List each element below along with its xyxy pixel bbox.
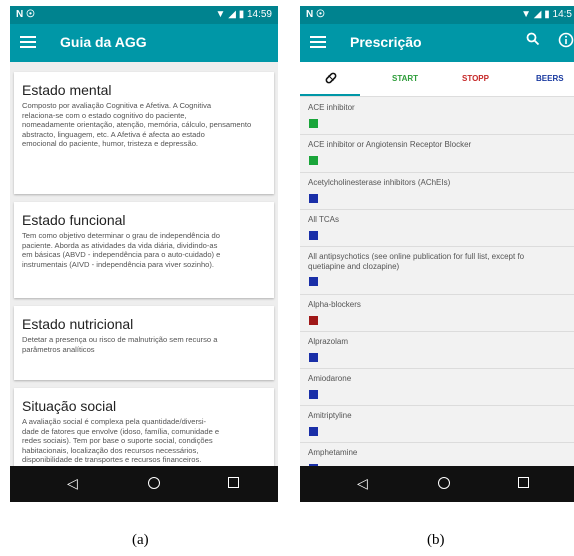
criteria-color-square: [309, 119, 318, 128]
status-right: ▼ ◢ ▮ 14:59: [215, 9, 272, 20]
list-item[interactable]: All antipsychotics (see online publicati…: [300, 246, 574, 295]
status-bar: N ☉ ▼ ◢ ▮ 14:59: [10, 6, 278, 24]
criteria-color-square: [309, 427, 318, 436]
status-bar: N ☉ ▼ ◢ ▮ 14:5: [300, 6, 574, 24]
list-item-label: All antipsychotics (see online publicati…: [308, 252, 525, 271]
list-item[interactable]: Amiodarone: [300, 368, 574, 406]
back-icon[interactable]: ◁: [67, 475, 78, 491]
search-icon[interactable]: [526, 32, 540, 49]
list-item-label: All TCAs: [308, 215, 339, 224]
status-right: ▼ ◢ ▮ 14:5: [521, 9, 572, 20]
card-title: Estado nutricional: [22, 316, 134, 332]
caption-b: (b): [427, 532, 445, 548]
recent-apps-icon[interactable]: [518, 477, 529, 488]
screenshot-a: N ☉ ▼ ◢ ▮ 14:59 Guia da AGG Estado menta…: [10, 6, 278, 502]
back-icon[interactable]: ◁: [357, 475, 368, 491]
list-item-label: Amiodarone: [308, 374, 352, 383]
status-left: N ☉: [306, 9, 325, 20]
app-toolbar: Guia da AGG: [10, 24, 278, 62]
card-list[interactable]: Estado mental Composto por avaliação Cog…: [10, 62, 278, 466]
list-item-label: Acetylcholinesterase inhibitors (AChEIs): [308, 178, 451, 187]
list-item-label: Alprazolam: [308, 337, 349, 346]
android-navbar: ◁: [300, 466, 574, 502]
recent-apps-icon[interactable]: [228, 477, 239, 488]
criteria-color-square: [309, 277, 318, 286]
card-situacao-social[interactable]: Situação social A avaliação social é com…: [14, 388, 274, 466]
android-navbar: ◁: [10, 466, 278, 502]
list-item-label: Alpha-blockers: [308, 300, 361, 309]
list-item-label: Amphetamine: [308, 448, 358, 457]
list-item[interactable]: ACE inhibitor: [300, 97, 574, 135]
menu-icon[interactable]: [310, 34, 326, 50]
card-estado-nutricional[interactable]: Estado nutricional Detetar a presença ou…: [14, 306, 274, 380]
list-item-label: Amitriptyline: [308, 411, 352, 420]
criteria-color-square: [309, 353, 318, 362]
list-item[interactable]: Amphetamine: [300, 442, 574, 466]
card-estado-mental[interactable]: Estado mental Composto por avaliação Cog…: [14, 72, 274, 194]
card-description: Tem como objetivo determinar o grau de i…: [22, 231, 221, 269]
home-icon[interactable]: [438, 477, 450, 489]
criteria-color-square: [309, 156, 318, 165]
card-estado-funcional[interactable]: Estado funcional Tem como objetivo deter…: [14, 202, 274, 298]
list-item[interactable]: Amitriptyline: [300, 405, 574, 443]
list-item[interactable]: Alprazolam: [300, 331, 574, 369]
list-item[interactable]: Acetylcholinesterase inhibitors (AChEIs): [300, 172, 574, 210]
tab-beers[interactable]: BEERS: [536, 74, 564, 83]
list-item[interactable]: All TCAs: [300, 209, 574, 247]
list-item-label: ACE inhibitor or Angiotensin Receptor Bl…: [308, 140, 472, 149]
app-toolbar: Prescrição: [300, 24, 574, 62]
tab-bar: START STOPP BEERS: [300, 62, 574, 97]
list-item[interactable]: Alpha-blockers: [300, 294, 574, 332]
tab-start[interactable]: START: [392, 74, 418, 83]
card-title: Estado funcional: [22, 212, 126, 228]
criteria-color-square: [309, 316, 318, 325]
app-title: Guia da AGG: [60, 34, 147, 50]
app-title: Prescrição: [350, 34, 422, 50]
home-icon[interactable]: [148, 477, 160, 489]
screenshot-b: N ☉ ▼ ◢ ▮ 14:5 Prescrição START STOPP BE…: [300, 6, 574, 502]
criteria-color-square: [309, 231, 318, 240]
menu-icon[interactable]: [20, 34, 36, 50]
card-title: Situação social: [22, 398, 117, 414]
pill-icon[interactable]: [324, 71, 338, 87]
list-item[interactable]: ACE inhibitor or Angiotensin Receptor Bl…: [300, 134, 574, 173]
info-icon[interactable]: [558, 32, 574, 51]
drug-list[interactable]: ACE inhibitor ACE inhibitor or Angiotens…: [300, 97, 574, 466]
card-title: Estado mental: [22, 82, 112, 98]
card-description: Composto por avaliação Cognitiva e Afeti…: [22, 101, 252, 148]
status-left: N ☉: [16, 9, 35, 20]
criteria-color-square: [309, 194, 318, 203]
caption-a: (a): [132, 532, 149, 548]
tab-indicator: [300, 94, 360, 96]
criteria-color-square: [309, 390, 318, 399]
list-item-label: ACE inhibitor: [308, 103, 355, 112]
card-description: Detetar a presença ou risco de malnutriç…: [22, 335, 218, 354]
card-description: A avaliação social é complexa pela quant…: [22, 417, 220, 464]
tab-stopp[interactable]: STOPP: [462, 74, 489, 83]
